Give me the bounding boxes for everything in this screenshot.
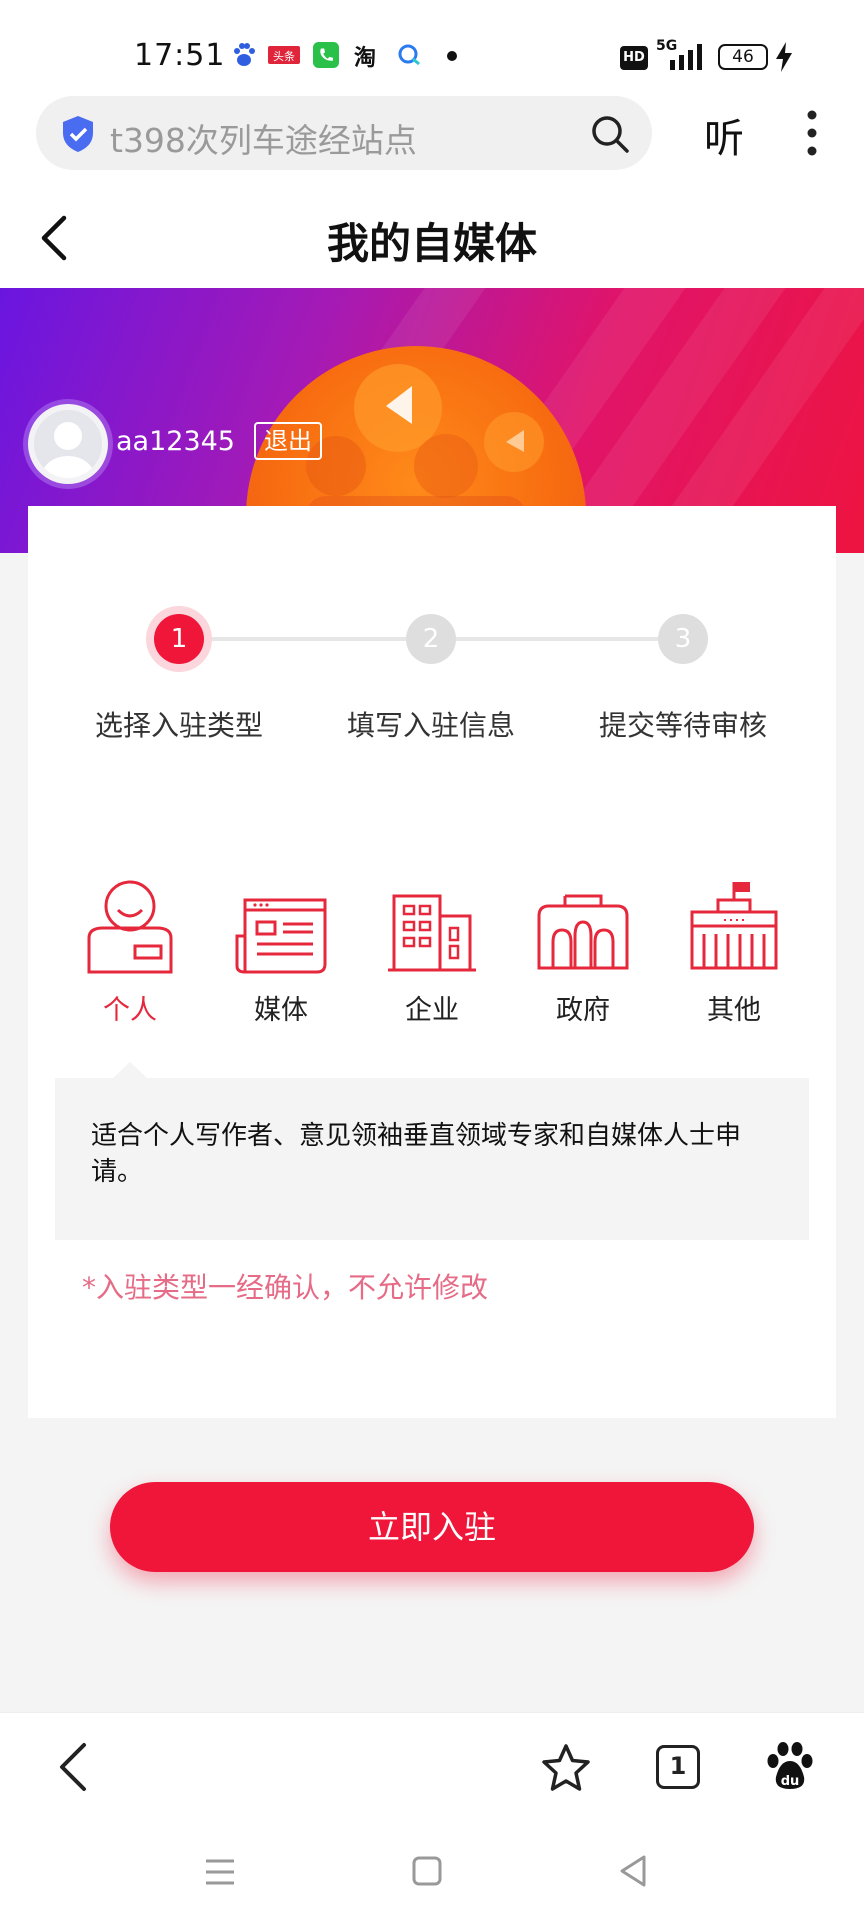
type-option-other[interactable]: 其他 xyxy=(674,876,794,1027)
type-label-enterprise: 企业 xyxy=(405,995,459,1026)
baidu-home-label: du xyxy=(781,1774,800,1789)
battery-level: 46 xyxy=(732,47,754,67)
search-input[interactable]: t398次列车途经站点 xyxy=(36,96,652,170)
search-query: t398次列车途经站点 xyxy=(110,121,417,160)
baidu-home-icon[interactable]: du xyxy=(766,1741,814,1793)
step-connector xyxy=(432,637,658,641)
register-now-button[interactable]: 立即入驻 xyxy=(110,1482,754,1572)
step-2-indicator: 2 xyxy=(406,614,456,664)
dot-icon xyxy=(447,51,457,61)
avatar[interactable] xyxy=(28,404,108,484)
type-label-personal: 个人 xyxy=(103,995,157,1026)
type-option-government[interactable]: 政府 xyxy=(523,876,643,1027)
message-icon xyxy=(398,44,420,66)
step-1-label: 选择入驻类型 xyxy=(94,709,263,742)
home-icon[interactable] xyxy=(412,1856,442,1886)
institution-icon xyxy=(690,882,778,970)
type-description-box: 适合个人写作者、意见领袖垂直领域专家和自媒体人士申请。 xyxy=(55,1078,809,1240)
avatar-placeholder-icon xyxy=(42,422,94,478)
selection-pointer xyxy=(112,1062,148,1079)
hd-badge: HD xyxy=(620,46,648,70)
taobao-icon: 淘 xyxy=(354,46,377,71)
toutiao-icon: 头条 xyxy=(268,46,300,64)
registration-card: 1 2 3 选择入驻类型 填写入驻信息 提交等待审核 个人 媒体 企业 政府 其… xyxy=(28,506,836,1418)
step-1-indicator: 1 xyxy=(154,614,204,664)
step-2-label: 填写入驻信息 xyxy=(346,709,515,742)
more-menu-icon[interactable] xyxy=(804,110,820,156)
type-description: 适合个人写作者、意见领袖垂直领域专家和自媒体人士申请。 xyxy=(91,1121,742,1187)
bookmark-star-icon[interactable] xyxy=(540,1743,592,1793)
recent-apps-icon[interactable] xyxy=(204,1858,236,1886)
type-option-media[interactable]: 媒体 xyxy=(221,876,341,1027)
government-icon xyxy=(537,894,629,970)
logout-button[interactable]: 退出 xyxy=(254,422,322,460)
newspaper-icon xyxy=(235,898,327,974)
listen-button[interactable]: 听 xyxy=(704,106,744,164)
username: aa12345 xyxy=(116,426,235,457)
building-icon xyxy=(388,894,476,972)
page-title: 我的自媒体 xyxy=(326,219,537,268)
baidu-icon xyxy=(234,43,255,66)
warning-note: *入驻类型一经确认，不允许修改 xyxy=(82,1271,489,1304)
battery-icon: 46 xyxy=(718,44,768,70)
toutiao-label: 头条 xyxy=(273,49,295,63)
tab-count: 1 xyxy=(669,1752,687,1780)
step-3-indicator: 3 xyxy=(658,614,708,664)
system-nav-bar xyxy=(0,1824,864,1920)
signal-icon xyxy=(670,44,702,70)
status-time: 17:51 xyxy=(134,38,226,73)
shield-icon xyxy=(63,116,93,152)
browser-toolbar: 1 du xyxy=(0,1712,864,1824)
back-triangle-icon[interactable] xyxy=(618,1854,648,1888)
status-bar: 17:51 头条 淘 HD 5G 46 xyxy=(0,0,864,90)
type-option-enterprise[interactable]: 企业 xyxy=(372,876,492,1027)
charging-icon xyxy=(776,42,792,72)
type-label-media: 媒体 xyxy=(254,995,308,1026)
tabs-button[interactable]: 1 xyxy=(656,1745,700,1789)
search-icon[interactable] xyxy=(590,114,630,154)
step-connector xyxy=(180,637,406,641)
type-label-government: 政府 xyxy=(556,995,610,1026)
page-header: 我的自媒体 xyxy=(0,188,864,288)
type-label-other: 其他 xyxy=(707,995,761,1026)
phone-icon xyxy=(313,42,339,68)
person-icon xyxy=(87,880,173,974)
type-option-personal[interactable]: 个人 xyxy=(70,876,190,1027)
step-3-label: 提交等待审核 xyxy=(598,709,767,742)
browser-back-icon[interactable] xyxy=(56,1741,90,1793)
browser-search-bar: t398次列车途经站点 听 xyxy=(0,90,864,188)
